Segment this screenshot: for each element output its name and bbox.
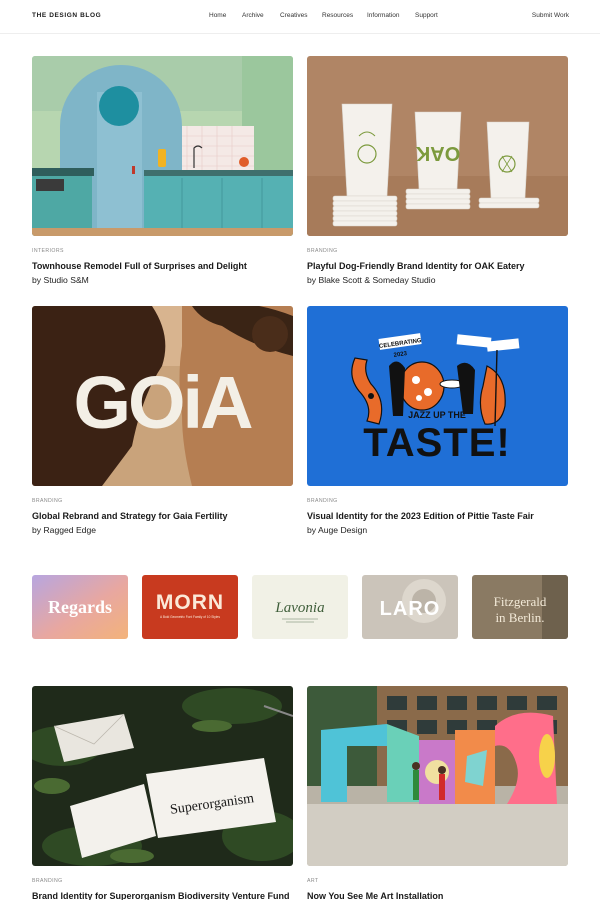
- post-card[interactable]: INTERIORS Townhouse Remodel Full of Surp…: [32, 56, 293, 286]
- font-tile-text: MORN: [156, 591, 224, 614]
- post-title[interactable]: Global Rebrand and Strategy for Gaia Fer…: [32, 510, 293, 522]
- nav-home[interactable]: Home: [209, 12, 226, 19]
- nav-support[interactable]: Support: [415, 12, 438, 19]
- nav-resources[interactable]: Resources: [322, 12, 353, 19]
- font-tile-morn[interactable]: MORN A Bold Geometric Font Family of 10 …: [142, 575, 238, 639]
- font-tile-text: Fitzgerald: [494, 594, 547, 609]
- post-category: BRANDING: [307, 498, 338, 504]
- post-category: BRANDING: [307, 248, 338, 254]
- nav-archive[interactable]: Archive: [242, 12, 264, 19]
- post-category: ART: [307, 878, 319, 884]
- font-tile-text: Regards: [48, 597, 112, 617]
- cup-logo-text: OAK: [415, 142, 460, 164]
- post-title[interactable]: Playful Dog-Friendly Brand Identity for …: [307, 260, 568, 272]
- post-category: INTERIORS: [32, 248, 64, 254]
- post-title[interactable]: Visual Identity for the 2023 Edition of …: [307, 510, 568, 522]
- post-card[interactable]: CELEBRATING 2023 JAZZ UP THE TASTE! BRAN…: [307, 306, 568, 536]
- font-tile-text: LARO: [380, 598, 441, 620]
- post-image-kitchen[interactable]: [32, 56, 293, 236]
- post-title[interactable]: Now You See Me Art Installation: [307, 890, 568, 900]
- font-showcase-row: Regards MORN A Bold Geometric Font Famil…: [32, 575, 568, 639]
- post-card[interactable]: ART Now You See Me Art Installation: [307, 686, 568, 900]
- post-card[interactable]: OAK BRANDING Playful Dog-Friendly Brand …: [307, 56, 568, 286]
- post-image-gaia[interactable]: GOiA: [32, 306, 293, 486]
- post-image-art-installation[interactable]: [307, 686, 568, 866]
- taste-subheading: JAZZ UP THE: [408, 410, 466, 420]
- font-tile-lavonia[interactable]: Lavonia: [252, 575, 348, 639]
- font-tile-fitzgerald[interactable]: Fitzgerald in Berlin.: [472, 575, 568, 639]
- post-title[interactable]: Brand Identity for Superorganism Biodive…: [32, 890, 293, 900]
- site-logo[interactable]: THE DESIGN BLOG: [32, 12, 101, 19]
- site-header: THE DESIGN BLOG Home Archive Creatives R…: [0, 0, 600, 34]
- post-image-oak-cups[interactable]: OAK: [307, 56, 568, 236]
- submit-work-link[interactable]: Submit Work: [532, 12, 569, 19]
- font-tile-regards[interactable]: Regards: [32, 575, 128, 639]
- font-tile-caption: A Bold Geometric Font Family of 10 Style…: [160, 615, 220, 619]
- nav-information[interactable]: Information: [367, 12, 400, 19]
- post-image-pittie-taste[interactable]: CELEBRATING 2023 JAZZ UP THE TASTE!: [307, 306, 568, 486]
- post-byline: by Studio S&M: [32, 275, 89, 285]
- gaia-wordmark: GOiA: [73, 361, 252, 444]
- post-byline: by Ragged Edge: [32, 525, 97, 535]
- font-tile-text-2: in Berlin.: [495, 610, 544, 625]
- font-tile-text: Lavonia: [274, 600, 324, 616]
- font-tile-laro[interactable]: LARO: [362, 575, 458, 639]
- post-byline: by Auge Design: [307, 525, 368, 535]
- post-byline: by Blake Scott & Someday Studio: [307, 275, 436, 285]
- post-card[interactable]: Superorganism BRANDING Brand Identity fo…: [32, 686, 293, 900]
- post-card[interactable]: GOiA BRANDING Global Rebrand and Strateg…: [32, 306, 293, 536]
- post-category: BRANDING: [32, 878, 63, 884]
- post-category: BRANDING: [32, 498, 63, 504]
- taste-heading: TASTE!: [363, 421, 510, 465]
- post-image-superorganism[interactable]: Superorganism: [32, 686, 293, 866]
- post-title[interactable]: Townhouse Remodel Full of Surprises and …: [32, 260, 293, 272]
- nav-creatives[interactable]: Creatives: [280, 12, 307, 19]
